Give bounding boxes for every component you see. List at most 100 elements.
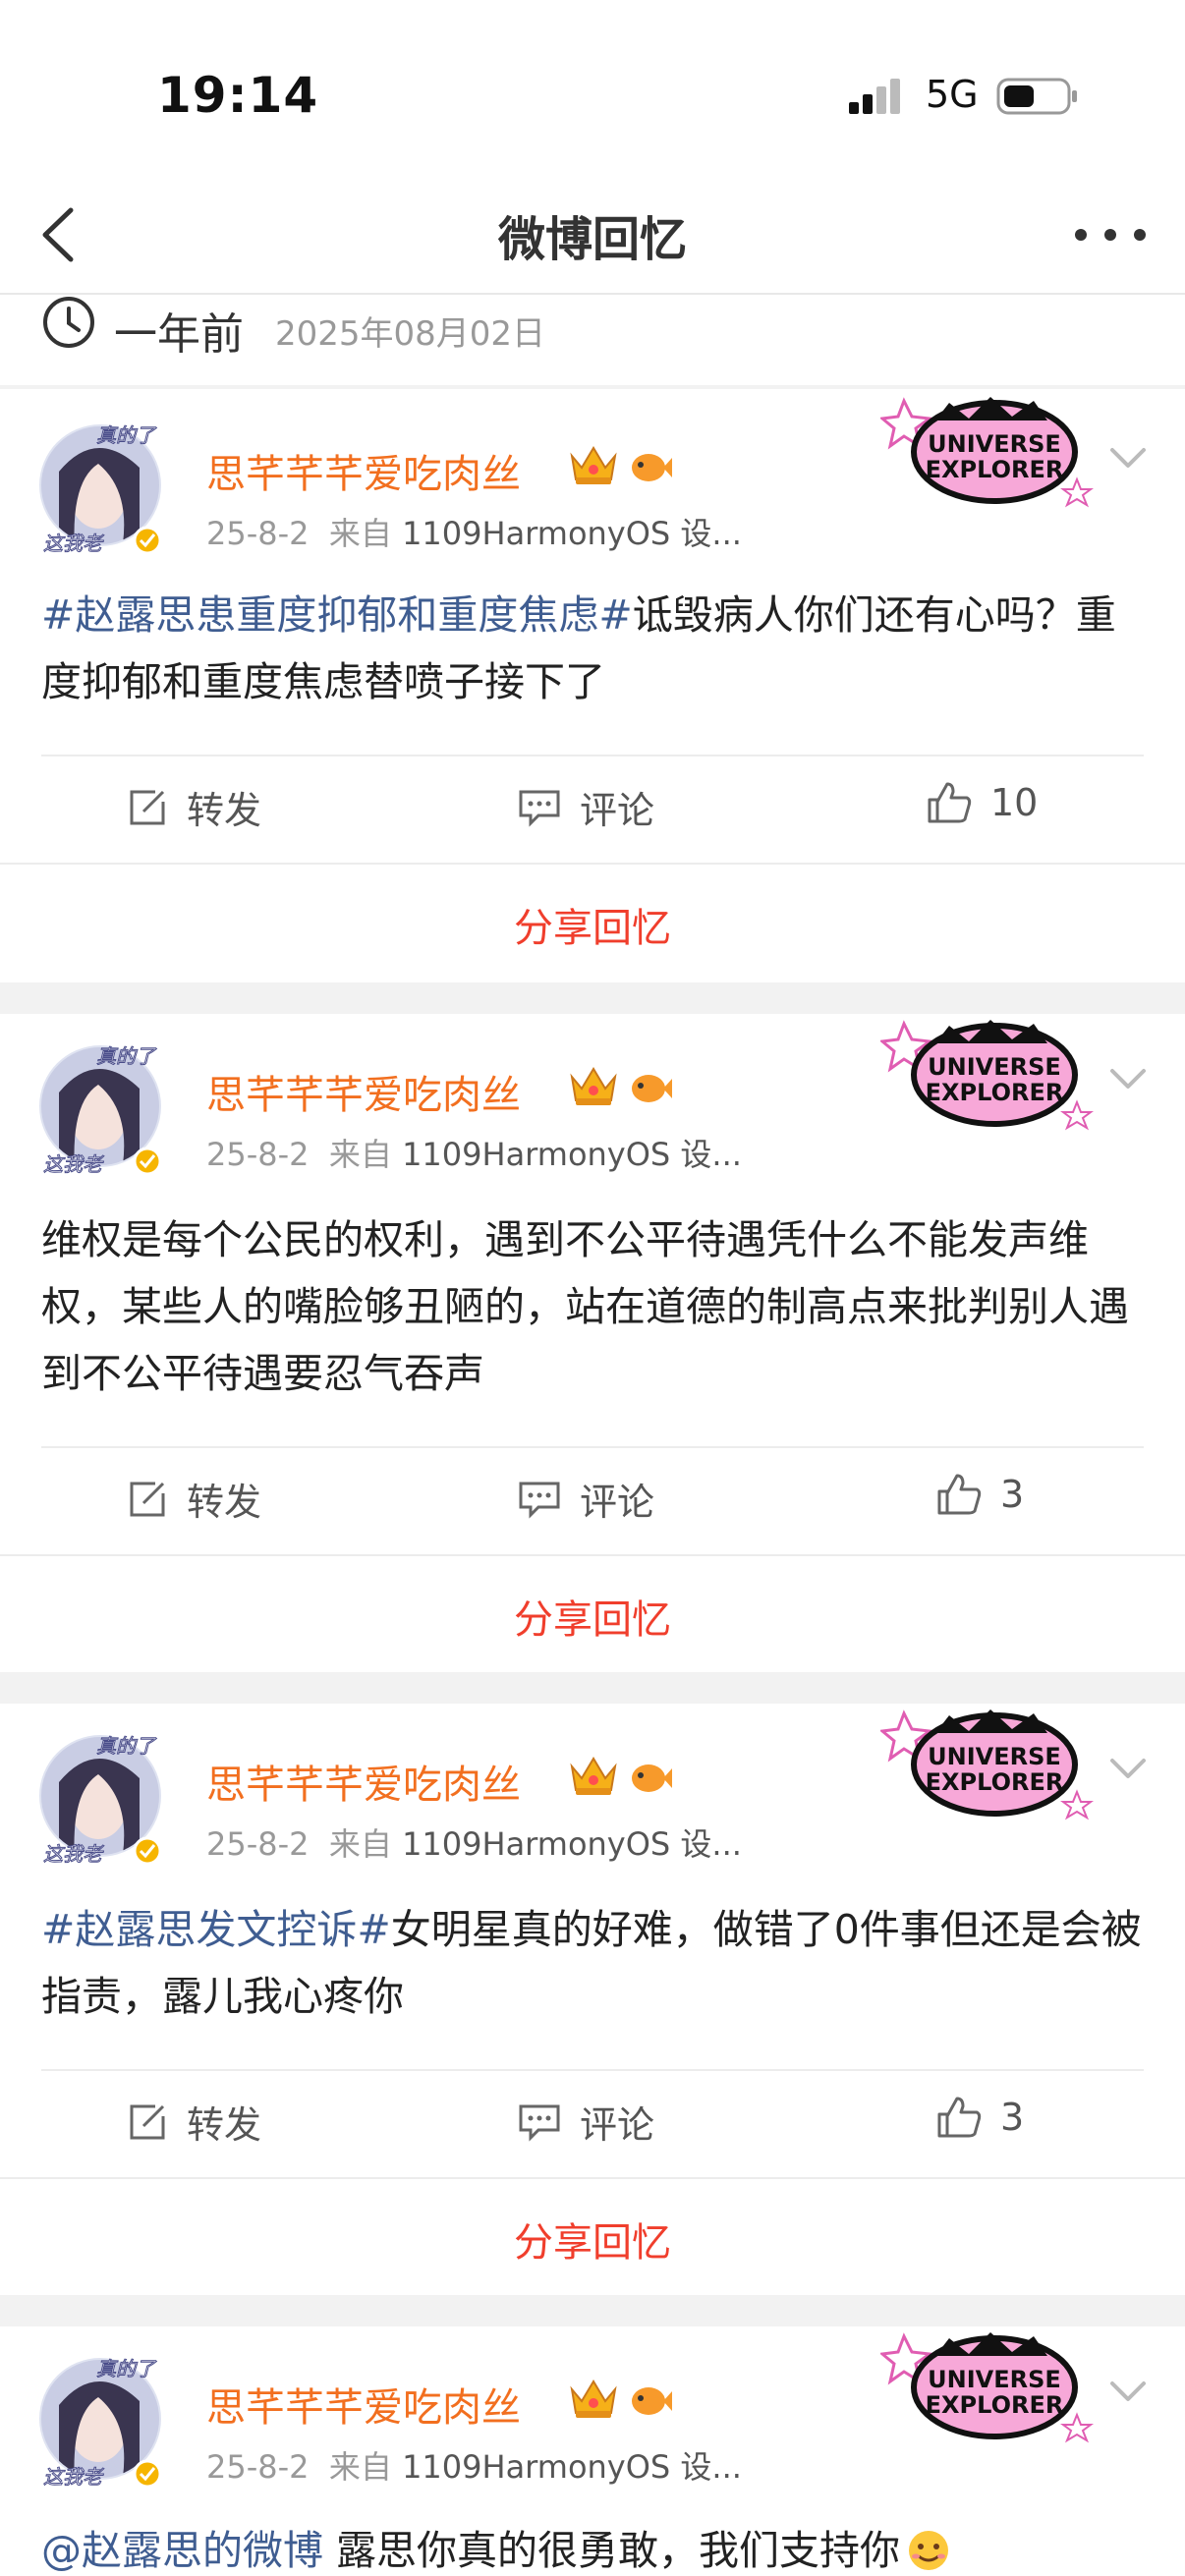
post-card[interactable]: 真的了 这我老 思芊芊芊爱吃肉丝 25-8-2 来自 1109HarmonyOS… <box>0 2326 1185 2576</box>
like-count: 10 <box>990 781 1039 824</box>
repost-icon <box>130 2104 165 2139</box>
emoji-icon <box>909 2531 949 2570</box>
post-meta: 25-8-2 来自 1109HarmonyOS 设... <box>206 1825 742 1863</box>
signal-icon <box>849 79 900 114</box>
post-meta: 25-8-2 来自 1109HarmonyOS 设... <box>206 1136 742 1173</box>
svg-text:UNIVERSE: UNIVERSE <box>928 2366 1061 2393</box>
memory-header: 一年前 2025年08月02日 <box>0 295 1185 385</box>
universe-explorer-badge[interactable]: UNIVERSE EXPLORER <box>880 1704 1097 1821</box>
avatar[interactable]: 真的了 这我老 <box>37 1723 163 1869</box>
universe-explorer-badge[interactable]: UNIVERSE EXPLORER <box>880 391 1097 509</box>
chevron-down-icon[interactable] <box>1106 2370 1150 2413</box>
fish-icon <box>632 2387 672 2415</box>
mention-link[interactable]: @赵露思的微博 <box>41 2527 323 2574</box>
fish-icon <box>632 1764 672 1792</box>
share-memory-button[interactable]: 分享回忆 <box>0 896 1185 953</box>
like-button[interactable]: 3 <box>935 2095 1024 2140</box>
clock-icon <box>43 297 94 348</box>
chevron-down-icon[interactable] <box>1106 436 1150 479</box>
svg-text:真的了: 真的了 <box>96 2357 157 2380</box>
divider <box>41 1446 1144 1448</box>
repost-button[interactable]: 转发 <box>126 1472 261 1526</box>
svg-text:UNIVERSE: UNIVERSE <box>928 1743 1061 1770</box>
post-source: 1109HarmonyOS 设... <box>402 1825 742 1863</box>
post-content: @赵露思的微博 露思你真的很勇敢，我们支持你 <box>41 2517 1146 2576</box>
divider <box>0 1554 1185 1556</box>
divider <box>0 863 1185 865</box>
hashtag-link[interactable]: #赵露思发文控诉# <box>41 1906 391 1953</box>
comment-button[interactable]: 评论 <box>517 2095 654 2149</box>
svg-text:这我老: 这我老 <box>43 1842 104 1866</box>
repost-button[interactable]: 转发 <box>126 780 261 834</box>
more-icon[interactable] <box>1071 202 1150 267</box>
memory-date: 2025年08月02日 <box>275 314 546 354</box>
section-separator <box>0 1672 1185 1704</box>
post-content: 维权是每个公民的权利，遇到不公平待遇凭什么不能发声维权，某些人的嘴脸够丑陋的，站… <box>41 1216 1129 1397</box>
thumbs-up-icon <box>928 782 972 823</box>
svg-text:真的了: 真的了 <box>96 1734 157 1758</box>
post-meta: 25-8-2 来自 1109HarmonyOS 设... <box>206 515 742 552</box>
crown-icon <box>570 1757 617 1795</box>
avatar[interactable]: 真的了 这我老 <box>37 413 163 558</box>
svg-text:这我老: 这我老 <box>43 2465 104 2489</box>
svg-text:EXPLORER: EXPLORER <box>926 2391 1064 2419</box>
crown-icon <box>570 2380 617 2418</box>
thumbs-up-icon <box>937 2097 982 2138</box>
post-source: 1109HarmonyOS 设... <box>402 515 742 552</box>
chevron-down-icon[interactable] <box>1106 1057 1150 1100</box>
username[interactable]: 思芊芊芊爱吃肉丝 <box>206 1063 521 1120</box>
avatar[interactable]: 真的了 这我老 <box>37 2346 163 2492</box>
comment-button[interactable]: 评论 <box>517 780 654 834</box>
repost-button[interactable]: 转发 <box>126 2095 261 2149</box>
badge-text: UNIVERSE <box>928 430 1061 458</box>
share-memory-button[interactable]: 分享回忆 <box>0 1588 1185 1645</box>
repost-icon <box>130 1482 165 1516</box>
post-content: #赵露思患重度抑郁和重度焦虑#诋毁病人你们还有心吗？重度抑郁和重度焦虑替喷子接下… <box>41 591 1116 705</box>
hashtag-link[interactable]: #赵露思患重度抑郁和重度焦虑# <box>41 591 633 639</box>
svg-text:这我老: 这我老 <box>43 1152 104 1176</box>
post-card[interactable]: 真的了 这我老 思芊芊芊爱吃肉丝 25-8-2 来自 1109HarmonyOS… <box>0 1014 1185 1672</box>
svg-text:UNIVERSE: UNIVERSE <box>928 1053 1061 1081</box>
fish-icon <box>632 1075 672 1102</box>
username[interactable]: 思芊芊芊爱吃肉丝 <box>206 1753 521 1810</box>
svg-text:EXPLORER: EXPLORER <box>926 1768 1064 1796</box>
comment-button[interactable]: 评论 <box>517 1472 654 1526</box>
divider <box>41 755 1144 756</box>
page-title: 微博回忆 <box>497 212 687 267</box>
svg-text:这我老: 这我老 <box>43 532 104 555</box>
memory-ago: 一年前 <box>114 309 244 360</box>
username[interactable]: 思芊芊芊爱吃肉丝 <box>206 2376 521 2433</box>
repost-icon <box>130 790 165 824</box>
comment-icon <box>519 790 560 827</box>
like-count: 3 <box>1000 1473 1025 1516</box>
svg-text:真的了: 真的了 <box>96 1044 157 1068</box>
post-card[interactable]: 真的了 这我老 思芊芊芊爱吃肉丝 25-8-2 来自 1109HarmonyOS… <box>0 1704 1185 2295</box>
universe-explorer-badge[interactable]: UNIVERSE EXPLORER <box>880 2326 1097 2444</box>
like-count: 3 <box>1000 2096 1025 2139</box>
like-button[interactable]: 3 <box>935 1472 1024 1517</box>
battery-icon <box>996 78 1077 115</box>
share-memory-button[interactable]: 分享回忆 <box>0 2211 1185 2268</box>
crown-icon <box>570 446 617 484</box>
universe-explorer-badge[interactable]: UNIVERSE EXPLORER <box>880 1014 1097 1132</box>
section-separator <box>0 982 1185 1014</box>
post-meta: 25-8-2 来自 1109HarmonyOS 设... <box>206 2448 742 2486</box>
avatar-text: 真的了 <box>96 423 157 447</box>
divider <box>0 2177 1185 2179</box>
thumbs-up-icon <box>937 1474 982 1515</box>
post-content: #赵露思发文控诉#女明星真的好难，做错了0件事但还是会被指责，露儿我心疼你 <box>41 1906 1142 2020</box>
avatar[interactable]: 真的了 这我老 <box>37 1034 163 1179</box>
crown-icon <box>570 1067 617 1105</box>
like-button[interactable]: 10 <box>926 780 1038 825</box>
post-source: 1109HarmonyOS 设... <box>402 2448 742 2486</box>
network-label: 5G <box>926 73 979 116</box>
status-bar: 19:14 5G <box>0 0 1185 177</box>
post-card[interactable]: 真的了 这我老 思芊芊芊爱吃肉丝 25-8-2 来自 1109HarmonyOS… <box>0 389 1185 982</box>
chevron-down-icon[interactable] <box>1106 1747 1150 1790</box>
post-source: 1109HarmonyOS 设... <box>402 1136 742 1173</box>
username[interactable]: 思芊芊芊爱吃肉丝 <box>206 442 521 499</box>
divider <box>41 2069 1144 2071</box>
comment-icon <box>519 1482 560 1519</box>
fish-icon <box>632 454 672 481</box>
status-time: 19:14 <box>157 67 319 124</box>
